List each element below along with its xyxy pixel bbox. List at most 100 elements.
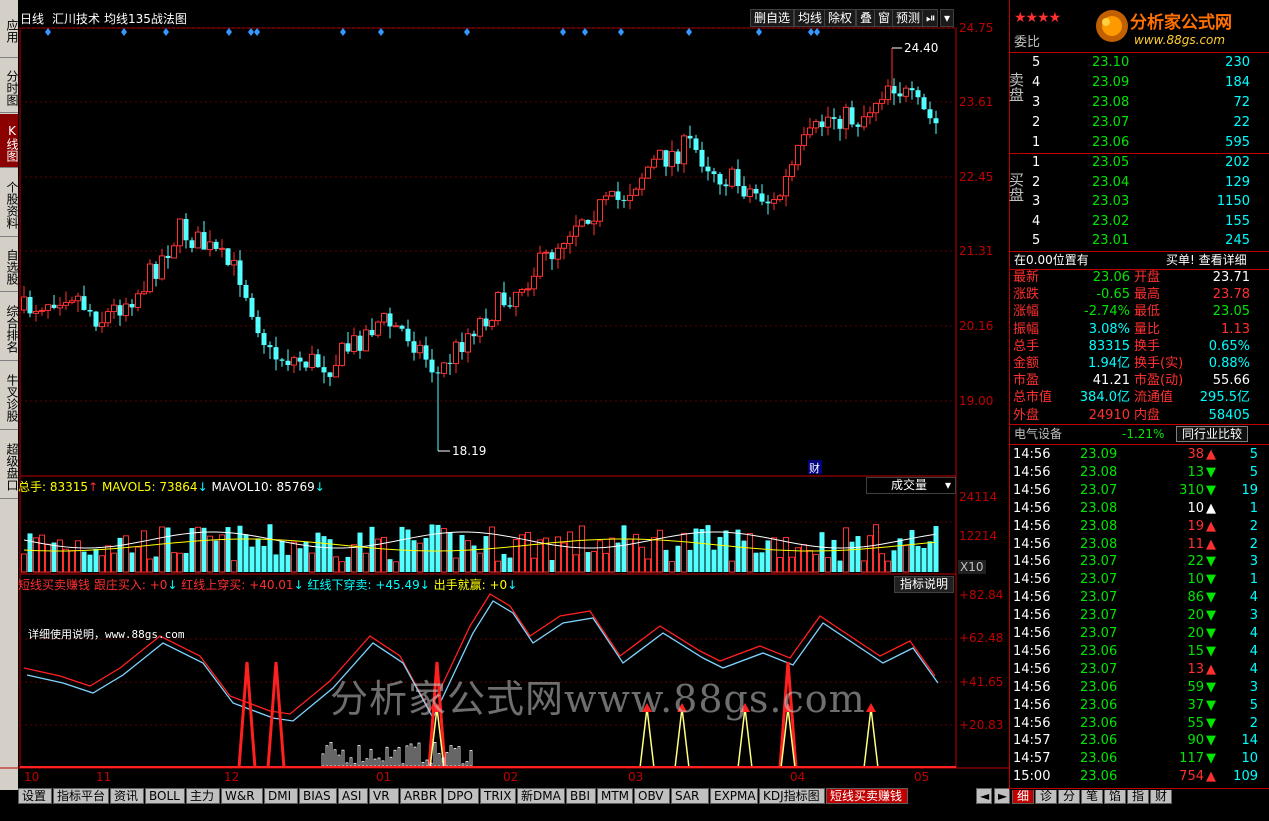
panel-tab[interactable]: 分 [1058, 788, 1080, 804]
bottom-tab[interactable]: W&R [221, 788, 263, 804]
tick-volume: 55 [1187, 715, 1204, 731]
bottom-tab[interactable]: BBI [566, 788, 596, 804]
volume-bar [621, 525, 627, 572]
bottom-tab[interactable]: VR [369, 788, 399, 804]
tick-row: 14:57 23.06 90 ▼ 14 [1010, 732, 1269, 750]
volume-bar [369, 526, 375, 572]
candle [693, 134, 699, 153]
bottom-tab[interactable]: BOLL [145, 788, 185, 804]
order-book-row[interactable]: 4 23.09 184 [1010, 74, 1269, 92]
panel-tab[interactable]: 财 [1150, 788, 1172, 804]
volume-bar [339, 561, 345, 573]
panel-tab[interactable]: 细 [1012, 788, 1034, 804]
signal-diamond [582, 28, 588, 36]
tick-time: 14:56 [1013, 500, 1051, 516]
indicator-bar [341, 749, 345, 767]
bottom-tab[interactable]: DMI [264, 788, 298, 804]
order-level: 1 [1032, 155, 1041, 170]
tick-count: 4 [1249, 590, 1258, 606]
chevron-left-icon[interactable]: ◄ [976, 788, 992, 804]
quote-row: 振幅 3.08% 量比 1.13 [1010, 321, 1269, 339]
tick-time: 14:56 [1013, 661, 1051, 677]
bottom-tab[interactable]: MTM [597, 788, 633, 804]
volume-bar [333, 556, 339, 573]
order-book-row[interactable]: 1 23.05 202 [1010, 154, 1269, 172]
order-price: 23.06 [1092, 135, 1130, 150]
panel-tab[interactable]: 诊 [1035, 788, 1057, 804]
order-book-row[interactable]: 4 23.02 155 [1010, 213, 1269, 231]
bottom-tab[interactable]: ASI [338, 788, 368, 804]
volume-bar [399, 526, 405, 572]
bottom-tab[interactable]: 资讯 [110, 788, 144, 804]
volume-bar [441, 527, 447, 573]
chevron-right-icon[interactable]: ► [994, 788, 1010, 804]
order-book-row[interactable]: 1 23.06 595 [1010, 134, 1269, 152]
tick-volume: 19 [1187, 518, 1204, 534]
price-axis-label: 24.75 [959, 21, 994, 35]
volume-bar [297, 548, 303, 572]
view-detail-link[interactable]: 买单! 查看详细 [1166, 251, 1247, 269]
quote-label: 金额 [1013, 356, 1040, 371]
finance-event-label: 财 [809, 461, 820, 475]
quote-value: 1.94亿 [1088, 356, 1130, 371]
quote-row: 总市值 384.0亿 流通值 295.5亿 [1010, 389, 1269, 407]
volume-bar [315, 532, 321, 572]
candle [33, 304, 39, 322]
bottom-tab[interactable]: SAR [671, 788, 709, 804]
order-volume: 230 [1225, 55, 1250, 70]
bottom-tab[interactable]: OBV [634, 788, 670, 804]
candlestick-series [21, 48, 939, 451]
indicator-bar [453, 748, 457, 767]
industry-name[interactable]: 电气设备 [1014, 425, 1062, 443]
volume-bar [279, 540, 285, 572]
candle [171, 242, 177, 259]
order-book-row[interactable]: 3 23.08 72 [1010, 94, 1269, 112]
candle [45, 304, 51, 319]
bottom-tab[interactable]: EXPMA [710, 788, 758, 804]
bottom-tab[interactable]: 短线买卖赚钱 [826, 788, 908, 804]
volume-bar [687, 549, 693, 572]
candle [291, 355, 297, 374]
order-level: 4 [1032, 75, 1041, 90]
panel-tab[interactable]: 笔 [1081, 788, 1103, 804]
candle [81, 285, 87, 311]
panel-tab[interactable]: 馅 [1104, 788, 1126, 804]
arrow-up-icon: ▲ [1206, 447, 1216, 462]
candle [387, 307, 393, 339]
quote-label: 涨幅 [1013, 304, 1040, 320]
bottom-tab[interactable]: 指标平台 [53, 788, 109, 804]
tick-row: 14:57 23.06 117 ▼ 10 [1010, 750, 1269, 768]
order-book-row[interactable]: 3 23.03 1150 [1010, 193, 1269, 211]
tick-time: 14:56 [1013, 590, 1051, 606]
bottom-tab[interactable]: 新DMA [517, 788, 565, 804]
tick-count: 5 [1249, 697, 1258, 713]
tick-row: 14:56 23.07 13 ▲ 4 [1010, 661, 1269, 679]
tick-count: 14 [1241, 733, 1258, 749]
volume-bar [855, 536, 861, 572]
order-level: 1 [1032, 135, 1041, 150]
candle [165, 245, 171, 269]
indicator-help-button[interactable]: 指标说明 [894, 576, 954, 593]
order-book-row[interactable]: 2 23.07 22 [1010, 114, 1269, 132]
quote-label: 最高 [1134, 287, 1161, 303]
order-book-row[interactable]: 5 23.01 245 [1010, 232, 1269, 250]
volume-bar [531, 557, 537, 573]
bottom-tab[interactable]: TRIX [480, 788, 516, 804]
order-book-row[interactable]: 5 23.10 230 [1010, 54, 1269, 72]
bottom-tab[interactable]: 主力 [186, 788, 220, 804]
volume-bar [783, 537, 789, 573]
candle [417, 340, 423, 359]
bottom-tab[interactable]: ARBR [400, 788, 442, 804]
indicator-selector[interactable]: 成交量 ▾ [866, 477, 956, 494]
indicator-bar [369, 748, 373, 767]
panel-tab[interactable]: 指 [1127, 788, 1149, 804]
indicator-bar [373, 758, 377, 767]
bottom-tab[interactable]: 设置 [18, 788, 52, 804]
industry-compare-button[interactable]: 同行业比较 [1176, 426, 1248, 442]
volume-bar [675, 545, 681, 572]
order-book-row[interactable]: 2 23.04 129 [1010, 174, 1269, 192]
bottom-tab[interactable]: BIAS [299, 788, 337, 804]
candle [51, 295, 57, 310]
bottom-tab[interactable]: KDJ指标图 [759, 788, 825, 804]
bottom-tab[interactable]: DPO [443, 788, 479, 804]
